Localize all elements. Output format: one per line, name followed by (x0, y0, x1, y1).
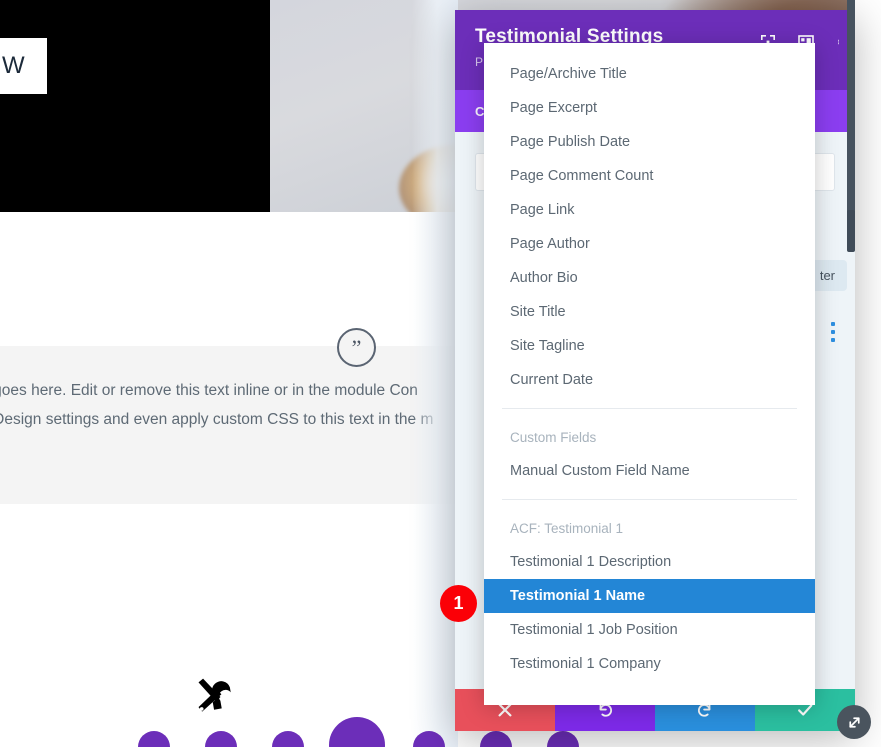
testimonial-text[interactable]: content goes here. Edit or remove this t… (0, 376, 498, 434)
testimonial-text-line1: content goes here. Edit or remove this t… (0, 382, 418, 399)
dropdown-item[interactable]: Manual Custom Field Name (484, 454, 815, 488)
dropdown-item[interactable]: Site Tagline (484, 329, 815, 363)
diagonal-resize-icon (848, 716, 860, 728)
toolbar-dot[interactable] (413, 731, 445, 747)
dropdown-separator (502, 408, 797, 409)
screen-root: W ” content goes here. Edit or remove th… (0, 0, 881, 747)
hero-chip-text: W (2, 52, 26, 79)
dropdown-group-label: ACF: Testimonial 1 (510, 520, 624, 536)
callout-number: 1 (453, 593, 464, 613)
dropdown-item[interactable]: Testimonial 1 Job Position (484, 613, 815, 647)
resize-handle[interactable] (837, 705, 871, 739)
scrollbar-thumb[interactable] (847, 210, 855, 252)
dropdown-item-selected[interactable]: Testimonial 1 Name (484, 579, 815, 613)
toolbar-dot[interactable] (547, 731, 579, 747)
testimonial-text-line2: module Design settings and even apply cu… (0, 411, 434, 428)
toolbar-dot[interactable] (138, 731, 170, 747)
dropdown-item[interactable]: Testimonial 1 Company (484, 647, 815, 681)
hero-black-band (0, 0, 270, 212)
dropdown-item[interactable]: Page Author (484, 227, 815, 261)
toolbar-dot-primary[interactable] (329, 717, 385, 747)
hero-white-chip: W (0, 38, 47, 94)
dot (831, 322, 835, 326)
toolbar-dot[interactable] (480, 731, 512, 747)
dropdown-item[interactable]: Author Bio (484, 261, 815, 295)
dropdown-group-label: Custom Fields (510, 429, 597, 445)
toolbar-dot[interactable] (205, 731, 237, 747)
dot (831, 338, 835, 342)
dropdown-item[interactable]: Page Excerpt (484, 91, 815, 125)
scrollbar-track[interactable] (847, 0, 855, 212)
dropdown-item[interactable]: Page Comment Count (484, 159, 815, 193)
dropdown-item[interactable]: Site Title (484, 295, 815, 329)
dropdown-option-list: Page/Archive Title Page Excerpt Page Publi… (484, 43, 815, 681)
dynamic-content-dropdown[interactable]: Page/Archive Title Page Excerpt Page Publi… (484, 43, 815, 705)
quote-mark-icon: ” (337, 328, 376, 367)
toolbar-dot[interactable] (272, 731, 304, 747)
dropdown-item[interactable]: Page/Archive Title (484, 57, 815, 91)
dot (831, 330, 835, 334)
dropdown-item[interactable]: Testimonial 1 Description (484, 545, 815, 579)
vertical-dots-icon[interactable] (831, 322, 835, 346)
callout-badge-1: 1 (440, 585, 477, 622)
dropdown-item[interactable]: Page Publish Date (484, 125, 815, 159)
dropdown-item[interactable]: Page Link (484, 193, 815, 227)
tools-wrench-screwdriver-icon[interactable] (193, 675, 237, 719)
dropdown-separator (502, 499, 797, 500)
dropdown-item[interactable]: Current Date (484, 363, 815, 397)
more-options-icon[interactable] (836, 34, 841, 50)
